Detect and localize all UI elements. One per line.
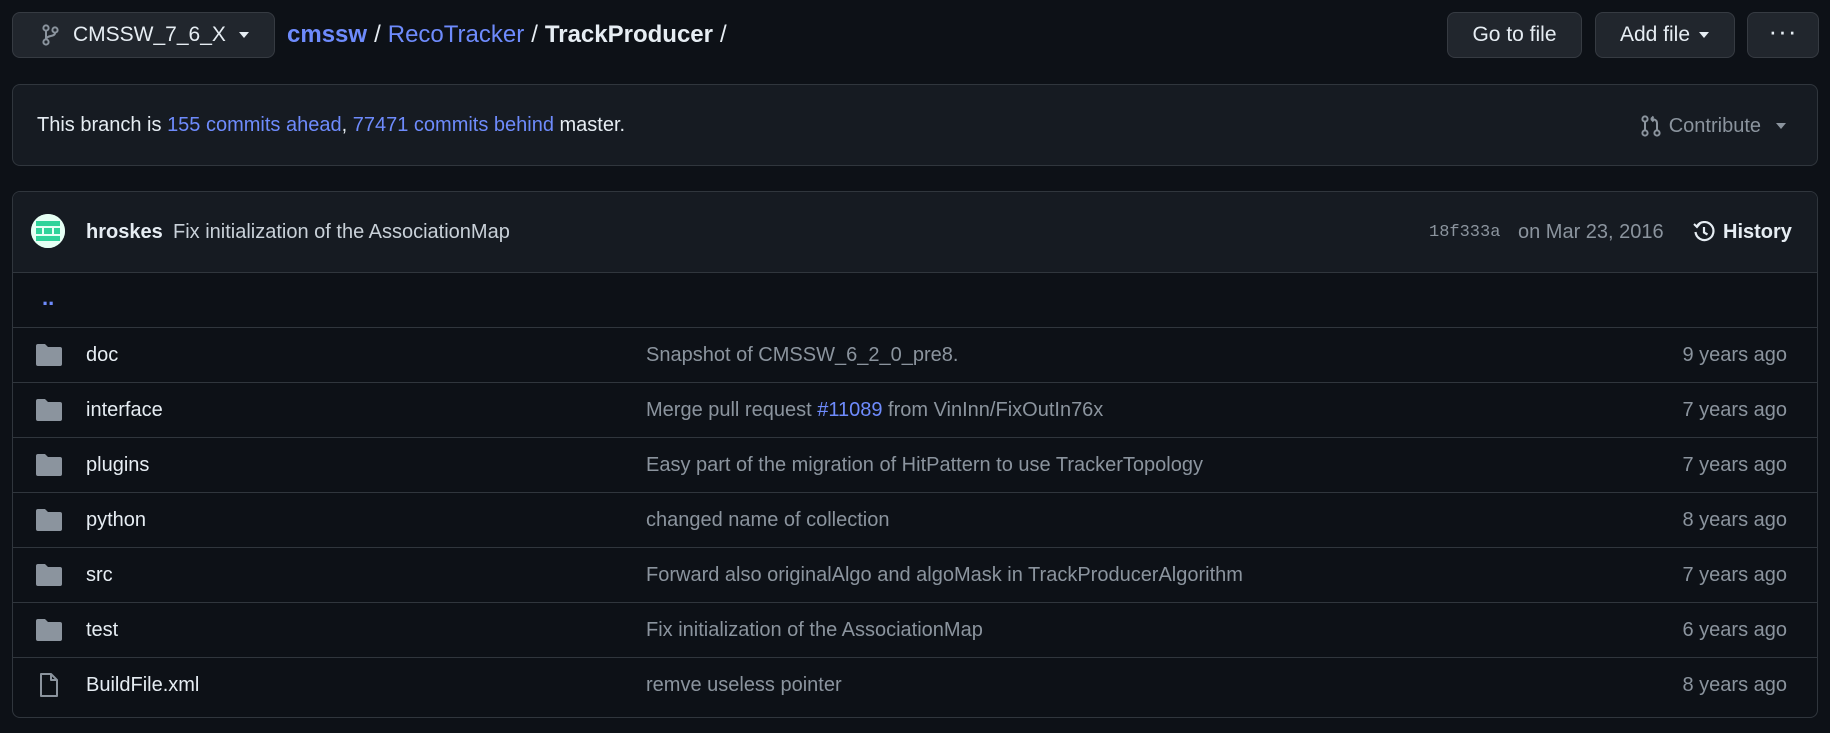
file-row[interactable]: doc Snapshot of CMSSW_6_2_0_pre8. 9 year…	[13, 328, 1817, 383]
contribute-label: Contribute	[1668, 114, 1761, 137]
commit-author-link[interactable]: hroskes	[86, 221, 163, 244]
file-name-link[interactable]: BuildFile.xml	[86, 674, 199, 697]
top-bar: CMSSW_7_6_X cmssw / RecoTracker / TrackP…	[12, 12, 1819, 60]
chevron-down-icon	[1699, 32, 1710, 38]
file-commit-message-link[interactable]: changed name of collection	[646, 509, 890, 532]
file-listing: hroskes Fix initialization of the Associ…	[12, 191, 1818, 718]
file-row[interactable]: BuildFile.xml remve useless pointer 8 ye…	[13, 658, 1817, 713]
commits-behind-link[interactable]: 77471 commits behind	[353, 114, 554, 137]
add-file-label: Add file	[1619, 23, 1691, 46]
git-branch-icon	[42, 24, 59, 46]
file-commit-message-link[interactable]: Snapshot of CMSSW_6_2_0_pre8.	[646, 344, 958, 367]
file-commit-message: Merge pull request #11089 from VinInn/Fi…	[646, 399, 1103, 422]
breadcrumb-dir-link[interactable]: RecoTracker	[388, 21, 524, 49]
file-commit-message-link[interactable]: Easy part of the migration of HitPattern…	[646, 454, 1203, 477]
folder-icon	[36, 454, 62, 476]
chevron-down-icon	[1776, 123, 1786, 129]
file-name-link[interactable]: python	[86, 509, 146, 532]
file-age: 9 years ago	[1682, 343, 1787, 366]
folder-icon	[36, 564, 62, 586]
file-name-link[interactable]: interface	[86, 399, 163, 422]
file-commit-message-link[interactable]: Merge pull request	[646, 399, 817, 421]
file-commit-message-link[interactable]: from VinInn/FixOutIn76x	[882, 399, 1103, 421]
file-name-link[interactable]: test	[86, 619, 118, 642]
breadcrumb-current-dir: TrackProducer	[544, 21, 713, 48]
history-icon	[1693, 221, 1715, 242]
file-row[interactable]: python changed name of collection 8 year…	[13, 493, 1817, 548]
git-pull-request-icon	[1641, 115, 1661, 137]
file-age: 8 years ago	[1682, 508, 1787, 531]
file-row[interactable]: test Fix initialization of the Associati…	[13, 603, 1817, 658]
go-to-file-button[interactable]: Go to file	[1447, 12, 1582, 58]
file-age: 8 years ago	[1682, 674, 1787, 696]
branch-name: CMSSW_7_6_X	[73, 23, 226, 46]
file-age: 7 years ago	[1682, 563, 1787, 586]
file-rows: doc Snapshot of CMSSW_6_2_0_pre8. 9 year…	[13, 328, 1817, 713]
commits-ahead-link[interactable]: 155 commits ahead	[167, 114, 342, 137]
branch-status-comma: ,	[341, 113, 353, 136]
folder-icon	[36, 399, 62, 421]
chevron-down-icon	[238, 32, 249, 38]
commit-date: on Mar 23, 2016	[1518, 220, 1664, 243]
history-link[interactable]: History	[1693, 221, 1792, 244]
branch-status-banner: This branch is 155 commits ahead , 77471…	[12, 84, 1818, 166]
breadcrumb-separator: /	[719, 21, 727, 48]
branch-status-prefix: This branch is	[37, 113, 168, 136]
file-row[interactable]: src Forward also originalAlgo and algoMa…	[13, 548, 1817, 603]
file-commit-message-link[interactable]: remve useless pointer	[646, 674, 842, 697]
breadcrumb: cmssw / RecoTracker / TrackProducer /	[287, 12, 734, 58]
file-name-link[interactable]: src	[86, 564, 113, 587]
commit-message-link[interactable]: Fix initialization of the AssociationMap	[173, 221, 510, 244]
branch-status-suffix: master.	[553, 113, 626, 136]
file-commit-message-link[interactable]: Fix initialization of the AssociationMap	[646, 619, 983, 642]
file-age: 7 years ago	[1682, 398, 1787, 421]
more-options-button[interactable]: ···	[1747, 12, 1819, 58]
folder-icon	[36, 509, 62, 531]
breadcrumb-separator: /	[374, 21, 381, 48]
history-label: History	[1723, 220, 1792, 243]
file-row[interactable]: plugins Easy part of the migration of Hi…	[13, 438, 1817, 493]
folder-icon	[36, 344, 62, 366]
folder-icon	[36, 619, 62, 641]
latest-commit-row: hroskes Fix initialization of the Associ…	[13, 192, 1817, 273]
add-file-button[interactable]: Add file	[1595, 12, 1735, 58]
file-name-link[interactable]: doc	[86, 344, 118, 367]
parent-directory-row[interactable]: ..	[13, 273, 1817, 328]
file-name-link[interactable]: plugins	[86, 454, 149, 477]
contribute-button[interactable]: Contribute	[1641, 85, 1787, 167]
file-row[interactable]: interface Merge pull request #11089 from…	[13, 383, 1817, 438]
kebab-horizontal-icon: ···	[1768, 16, 1798, 46]
commit-sha-link[interactable]: 18f333a	[1429, 223, 1500, 242]
parent-directory-link[interactable]: ..	[42, 285, 54, 311]
avatar[interactable]	[31, 214, 65, 248]
go-to-file-label: Go to file	[1472, 23, 1557, 46]
breadcrumb-separator: /	[531, 21, 538, 48]
file-age: 6 years ago	[1682, 618, 1787, 641]
breadcrumb-repo-link[interactable]: cmssw	[287, 21, 367, 49]
file-icon	[40, 673, 58, 697]
file-commit-message-link[interactable]: Forward also originalAlgo and algoMask i…	[646, 564, 1243, 587]
file-age: 7 years ago	[1682, 453, 1787, 476]
pull-request-link[interactable]: #11089	[817, 399, 882, 421]
branch-selector-button[interactable]: CMSSW_7_6_X	[12, 12, 275, 58]
